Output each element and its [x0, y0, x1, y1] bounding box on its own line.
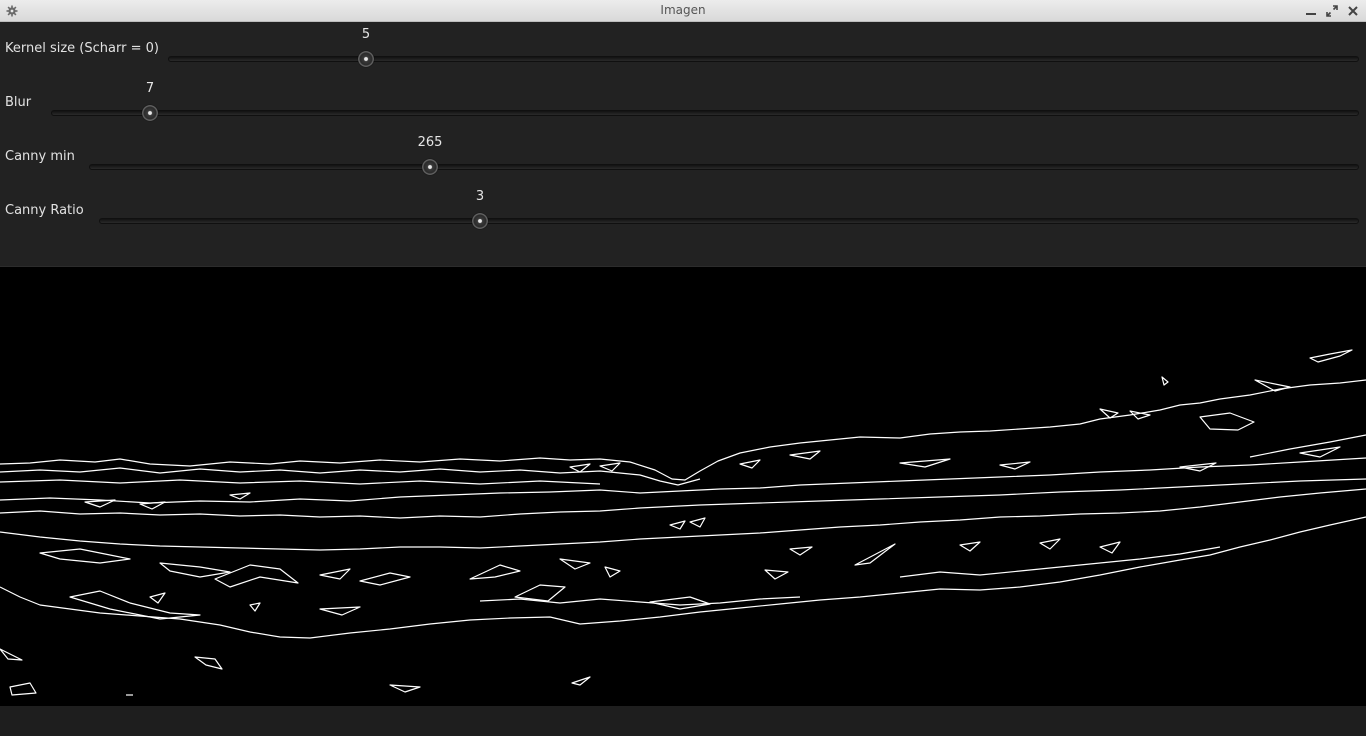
- trackbar-track[interactable]: [89, 164, 1359, 170]
- trackbar-canny-ratio: Canny Ratio 3: [0, 184, 1366, 238]
- trackbar-handle[interactable]: [142, 105, 158, 121]
- trackbar-value: 7: [145, 81, 155, 96]
- maximize-icon[interactable]: [1324, 0, 1340, 22]
- window-titlebar: Imagen: [0, 0, 1366, 22]
- trackbar-label: Kernel size (Scharr = 0): [5, 41, 159, 56]
- trackbar-handle[interactable]: [422, 159, 438, 175]
- trackbar-handle[interactable]: [358, 51, 374, 67]
- trackbar-kernel-size: Kernel size (Scharr = 0) 5: [0, 22, 1366, 76]
- close-icon[interactable]: [1345, 0, 1361, 22]
- trackbar-value: 5: [361, 27, 371, 42]
- minimize-icon[interactable]: [1303, 0, 1319, 22]
- window-title: Imagen: [660, 3, 706, 17]
- trackbar-value: 265: [417, 135, 443, 150]
- trackbar-track[interactable]: [51, 110, 1359, 116]
- trackbar-label: Canny Ratio: [5, 203, 84, 218]
- status-bar: [0, 706, 1366, 736]
- trackbar-canny-min: Canny min 265: [0, 130, 1366, 184]
- trackbar-track[interactable]: [99, 218, 1359, 224]
- trackbar-blur: Blur 7: [0, 76, 1366, 130]
- trackbar-value: 3: [475, 189, 485, 204]
- trackbar-label: Blur: [5, 95, 32, 110]
- canny-edge-image: [0, 349, 1366, 696]
- trackbar-panel: Kernel size (Scharr = 0) 5 Blur 7 Canny …: [0, 22, 1366, 267]
- trackbar-track[interactable]: [168, 56, 1359, 62]
- trackbar-label: Canny min: [5, 149, 75, 164]
- edge-image-canvas: [0, 267, 1366, 706]
- trackbar-handle[interactable]: [472, 213, 488, 229]
